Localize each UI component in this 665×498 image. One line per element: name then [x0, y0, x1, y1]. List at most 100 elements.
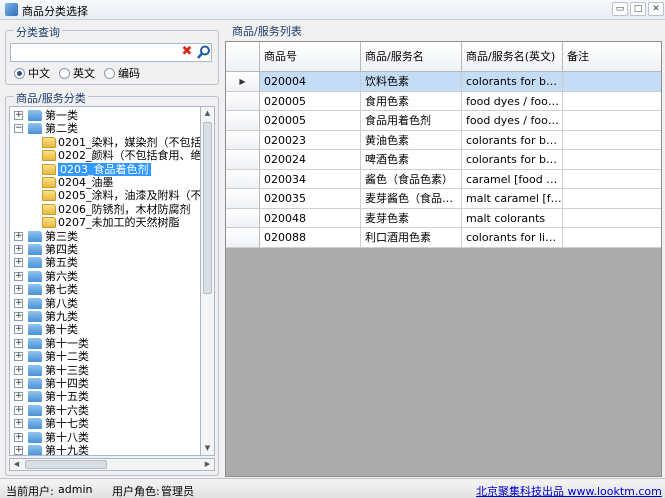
scroll-down-icon[interactable]: ▼: [201, 442, 214, 455]
expand-icon[interactable]: +: [14, 352, 23, 362]
expand-icon[interactable]: +: [14, 271, 23, 281]
table-row[interactable]: 020005食品用着色剂food dyes / food c…: [226, 111, 661, 131]
tree-node-label[interactable]: 第十二类: [45, 350, 89, 363]
table-row[interactable]: 020023 黄油色素 colorants for butter: [226, 130, 661, 150]
row-header[interactable]: [226, 189, 260, 209]
cell-code[interactable]: 020024: [260, 150, 361, 170]
radio-code-dot[interactable]: [104, 67, 115, 79]
cell-name[interactable]: 利口酒用色素: [361, 228, 462, 248]
expand-icon[interactable]: +: [14, 392, 23, 402]
cell-name-en[interactable]: malt colorants: [462, 208, 563, 228]
row-header[interactable]: [226, 228, 260, 248]
cell-name[interactable]: 食品用着色剂: [361, 111, 462, 131]
row-header[interactable]: [226, 150, 260, 170]
cell-name-en[interactable]: colorants for butter: [462, 130, 563, 150]
column-header-name[interactable]: 商品/服务名: [361, 42, 462, 72]
radio-chinese-dot[interactable]: [14, 67, 25, 79]
row-header[interactable]: [226, 208, 260, 228]
tree-node-label[interactable]: 第十五类: [45, 390, 89, 403]
radio-english-dot[interactable]: [59, 67, 70, 79]
row-header[interactable]: [226, 169, 260, 189]
close-button[interactable]: ✕: [648, 2, 664, 16]
radio-english[interactable]: 英文: [59, 66, 95, 80]
cell-note[interactable]: [563, 111, 661, 131]
cell-name-en[interactable]: caramel [food col…: [462, 169, 563, 189]
cell-name[interactable]: 麦芽酱色（食品色…: [361, 189, 462, 209]
column-header-note[interactable]: 备注: [563, 42, 661, 72]
tree-node-label[interactable]: 第十三类: [45, 364, 89, 377]
cell-note[interactable]: [563, 72, 661, 92]
expand-icon[interactable]: +: [14, 405, 23, 415]
cell-code[interactable]: 020023: [260, 130, 361, 150]
cell-name-en[interactable]: colorants for lique…: [462, 228, 563, 248]
search-icon[interactable]: [197, 45, 211, 59]
vendor-link[interactable]: 北京聚集科技出品 www.looktm.com: [476, 483, 662, 498]
tree-node-label[interactable]: 第一类: [45, 109, 78, 122]
expand-icon[interactable]: +: [14, 285, 23, 295]
cell-name-en[interactable]: colorants for beer: [462, 150, 563, 170]
row-header[interactable]: [226, 91, 260, 111]
cell-name-en[interactable]: colorants for beve…: [462, 72, 563, 92]
cell-name[interactable]: 饮料色素: [361, 72, 462, 92]
tree-node-label[interactable]: 第八类: [45, 297, 78, 310]
tree-node-label[interactable]: 第九类: [45, 310, 78, 323]
minimize-button[interactable]: ▭: [612, 2, 628, 16]
table-row[interactable]: 020035麦芽酱色（食品色…malt caramel [foo…: [226, 189, 661, 209]
cell-name-en[interactable]: food dyes / food c…: [462, 111, 563, 131]
radio-code[interactable]: 编码: [104, 66, 140, 80]
radio-chinese[interactable]: 中文: [14, 66, 50, 80]
tree-node-label[interactable]: 第二类: [45, 122, 78, 135]
tree-node-label[interactable]: 第十九类: [45, 444, 89, 455]
tree-node-label[interactable]: 第五类: [45, 256, 78, 269]
grid-corner[interactable]: [226, 42, 260, 72]
tree-node-label[interactable]: 第四类: [45, 243, 78, 256]
scroll-right-icon[interactable]: ▶: [201, 459, 214, 470]
column-header-name-en[interactable]: 商品/服务名(英文): [462, 42, 563, 72]
expand-icon[interactable]: +: [14, 312, 23, 321]
tree-node-label[interactable]: 0205_涂料，油漆及附料（不包括: [58, 189, 200, 202]
tree-node-label[interactable]: 第十一类: [45, 337, 89, 350]
table-row[interactable]: 020048 麦芽色素 malt colorants: [226, 208, 661, 228]
tree-node-label[interactable]: 第七类: [45, 283, 78, 296]
expand-icon[interactable]: +: [14, 365, 23, 375]
cell-name-en[interactable]: malt caramel [foo…: [462, 189, 563, 209]
tree-node-label[interactable]: 第十六类: [45, 404, 89, 417]
cell-code[interactable]: 020048: [260, 208, 361, 228]
tree-node-label[interactable]: 0203_食品着色剂: [58, 162, 151, 176]
cell-code[interactable]: 020005: [260, 91, 361, 111]
tree-node-label[interactable]: 第十类: [45, 323, 78, 336]
scroll-up-icon[interactable]: ▲: [201, 107, 214, 120]
table-row[interactable]: 020005食用色素food dyes / food c…: [226, 91, 661, 111]
table-row[interactable]: ▶ 020004饮料色素colorants for beve…: [226, 72, 661, 92]
cell-note[interactable]: [563, 208, 661, 228]
cell-note[interactable]: [563, 130, 661, 150]
cell-code[interactable]: 020005: [260, 111, 361, 131]
table-row[interactable]: 020034 酱色（食品色素） caramel [food col…: [226, 169, 661, 189]
expand-icon[interactable]: +: [14, 379, 23, 388]
tree-node-label[interactable]: 0204_油墨: [58, 176, 114, 189]
cell-name-en[interactable]: food dyes / food c…: [462, 91, 563, 111]
cell-code[interactable]: 020088: [260, 228, 361, 248]
expand-icon[interactable]: +: [14, 231, 23, 241]
tree-node-label[interactable]: 0202_颜料（不包括食用、绝缘用: [58, 149, 200, 162]
cell-name[interactable]: 麦芽色素: [361, 208, 462, 228]
tree-node-label[interactable]: 第十七类: [45, 417, 89, 430]
cell-code[interactable]: 020034: [260, 169, 361, 189]
cell-name[interactable]: 食用色素: [361, 91, 462, 111]
clear-icon[interactable]: ✖: [180, 45, 194, 59]
tree-node-label[interactable]: 0206_防锈剂，木材防腐剂: [58, 203, 191, 216]
cell-note[interactable]: [563, 91, 661, 111]
tree-horizontal-scrollbar[interactable]: ◀ ▶: [9, 458, 215, 471]
cell-name[interactable]: 啤酒色素: [361, 150, 462, 170]
expand-icon[interactable]: +: [14, 298, 23, 308]
tree-vertical-scrollbar[interactable]: ▲ ▼: [201, 106, 215, 456]
cell-name[interactable]: 黄油色素: [361, 130, 462, 150]
cell-code[interactable]: 020035: [260, 189, 361, 209]
expand-icon[interactable]: +: [14, 432, 23, 442]
row-header[interactable]: [226, 111, 260, 131]
row-header[interactable]: ▶: [226, 72, 260, 92]
cell-note[interactable]: [563, 189, 661, 209]
cell-note[interactable]: [563, 150, 661, 170]
cell-note[interactable]: [563, 169, 661, 189]
expand-icon[interactable]: +: [14, 446, 23, 455]
